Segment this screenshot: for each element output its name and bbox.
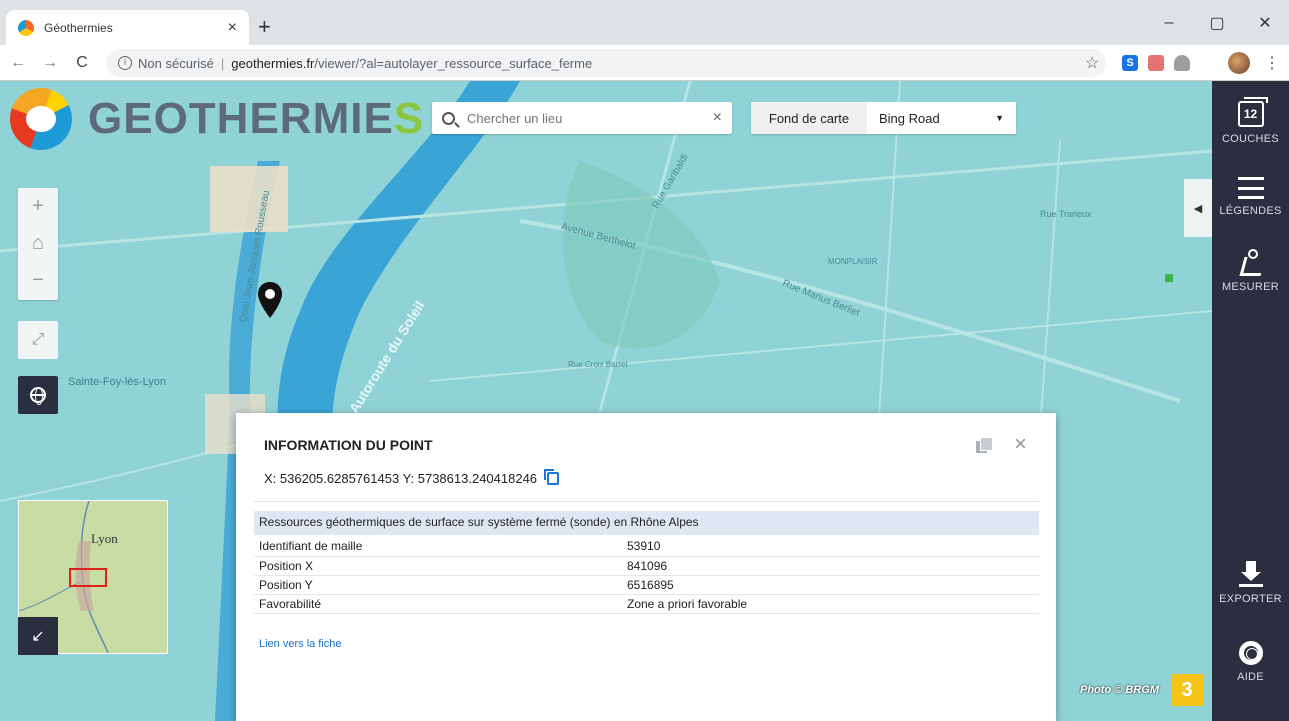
map-marker-icon[interactable] [258, 282, 282, 318]
home-button[interactable]: ⌂ [18, 225, 58, 262]
popup-coordinates: X: 536205.6285761453 Y: 5738613.24041824… [264, 469, 560, 486]
window-controls: – ▢ ✕ [1145, 0, 1289, 45]
logo-mark-icon [10, 88, 72, 150]
zoom-controls: + ⌂ − [18, 188, 58, 300]
divider [254, 501, 1039, 502]
basemap-selector: Fond de carte Bing Road ▼ [751, 102, 1016, 134]
geothermies-logo[interactable]: GEOTHERMIES [10, 87, 424, 151]
globe-button[interactable] [18, 376, 58, 414]
tab-close-icon[interactable]: × [228, 19, 237, 37]
url-omnibox[interactable]: i Non sécurisé | geothermies.fr /viewer/… [106, 49, 1106, 77]
attribute-key: Position X [254, 556, 622, 576]
zoom-in-button[interactable]: + [18, 188, 58, 225]
extension-pdf-icon[interactable] [1148, 55, 1164, 71]
fiche-link[interactable]: Lien vers la fiche [259, 638, 342, 650]
extension-s-icon[interactable]: S [1122, 55, 1138, 71]
coordinates-text: X: 536205.6285761453 Y: 5738613.24041824… [264, 471, 538, 486]
extension-shield-icon[interactable] [1174, 55, 1190, 71]
globe-icon [30, 387, 46, 405]
help-label: AIDE [1237, 671, 1264, 683]
security-status[interactable]: Non sécurisé [138, 56, 214, 71]
close-window-button[interactable]: ✕ [1241, 0, 1289, 45]
reload-button[interactable]: C [68, 54, 96, 72]
panel-collapse-tab[interactable]: ◀ [1184, 179, 1212, 237]
maximize-button[interactable]: ▢ [1193, 0, 1241, 45]
overview-extent-box[interactable] [69, 568, 107, 587]
map-label-place: MONPLAISIR [828, 257, 878, 266]
place-search[interactable]: × [432, 102, 732, 134]
url-domain: geothermies.fr [231, 55, 315, 71]
zoom-out-button[interactable]: − [18, 262, 58, 299]
browser-tab[interactable]: Géothermies × [6, 10, 249, 45]
export-button[interactable]: EXPORTER [1212, 561, 1289, 605]
photo-credit: Photo © BRGM [1080, 684, 1159, 696]
list-icon [1237, 177, 1264, 199]
address-bar: ← → C i Non sécurisé | geothermies.fr /v… [0, 45, 1289, 81]
back-button[interactable]: ← [4, 54, 32, 72]
close-icon[interactable]: × [1014, 431, 1027, 457]
point-info-popup: INFORMATION DU POINT X: 536205.628576145… [236, 413, 1056, 721]
attribute-value: 53910 [622, 537, 1039, 557]
map-label-road: Rue Trarieux [1040, 209, 1092, 219]
new-tab-button[interactable]: + [258, 14, 271, 40]
browser-menu-icon[interactable]: ⋮ [1264, 53, 1280, 73]
legends-label: LÉGENDES [1219, 205, 1282, 217]
download-icon [1238, 561, 1263, 587]
layers-label: COUCHES [1221, 133, 1280, 145]
table-row: Position Y 6516895 [254, 575, 1039, 595]
clear-search-icon[interactable]: × [713, 109, 722, 127]
map-label-place: Sainte-Foy-lès-Lyon [68, 376, 167, 388]
url-path: /viewer/?al=autolayer_ressource_surface_… [314, 55, 593, 71]
url-separator: | [220, 55, 225, 71]
right-toolbar: 12 COUCHES LÉGENDES MESURER EXPORTER AID… [1212, 81, 1289, 721]
attribute-value: 841096 [622, 556, 1039, 576]
attribute-key: Favorabilité [254, 594, 622, 614]
overview-collapse-button[interactable]: ↙ [18, 617, 58, 655]
table-row: Identifiant de maille 53910 [254, 537, 1039, 557]
tab-bar: Géothermies × + – ▢ ✕ [0, 0, 1289, 45]
basemap-dropdown[interactable]: Bing Road ▼ [867, 102, 1016, 134]
info-icon[interactable]: i [118, 56, 132, 70]
table-row: Position X 841096 [254, 556, 1039, 576]
overview-city-label: Lyon [91, 531, 118, 546]
basemap-label: Fond de carte [751, 102, 867, 134]
geothermies-favicon-icon [18, 19, 34, 36]
profile-avatar[interactable] [1228, 52, 1250, 74]
caret-down-icon: ▼ [995, 113, 1004, 123]
attribute-value: 6516895 [622, 575, 1039, 595]
search-icon [442, 111, 455, 125]
measure-button[interactable]: MESURER [1212, 249, 1289, 293]
search-input[interactable] [467, 110, 713, 126]
bookmark-star-icon[interactable]: ☆ [1085, 53, 1099, 73]
minimize-button[interactable]: – [1145, 0, 1193, 45]
duplicate-icon[interactable] [976, 437, 993, 453]
figure-number-badge: 3 [1171, 674, 1203, 706]
fullscreen-button[interactable]: ⤢ [18, 321, 58, 359]
tab-title: Géothermies [44, 20, 113, 35]
help-button[interactable]: AIDE [1212, 641, 1289, 683]
compass-icon [1238, 249, 1264, 275]
attribute-table: Identifiant de maille 53910 Position X 8… [254, 537, 1039, 614]
map-label-road: Rue Croix Barret [568, 360, 628, 369]
layers-button[interactable]: 12 COUCHES [1212, 97, 1289, 145]
layer-title: Ressources géothermiques de surface sur … [254, 511, 1039, 535]
forward-button[interactable]: → [36, 54, 64, 72]
popup-title: INFORMATION DU POINT [264, 437, 433, 453]
attribute-value: Zone a priori favorable [622, 594, 1039, 614]
copy-icon[interactable] [544, 469, 560, 485]
map-canvas[interactable]: Autoroute du Soleil Avenue Berthelot Rue… [0, 81, 1212, 721]
layers-icon: 12 [1237, 97, 1268, 127]
lifebuoy-icon [1238, 641, 1263, 665]
logo-text: GEOTHERMIES [88, 94, 425, 143]
browser-window: Géothermies × + – ▢ ✕ ← → C i Non sécuri… [0, 0, 1289, 721]
basemap-value: Bing Road [879, 110, 940, 126]
legends-button[interactable]: LÉGENDES [1212, 177, 1289, 217]
attribute-key: Position Y [254, 575, 622, 595]
measure-label: MESURER [1221, 281, 1280, 293]
export-label: EXPORTER [1219, 593, 1282, 605]
attribute-key: Identifiant de maille [254, 537, 622, 557]
table-row: Favorabilité Zone a priori favorable [254, 594, 1039, 614]
